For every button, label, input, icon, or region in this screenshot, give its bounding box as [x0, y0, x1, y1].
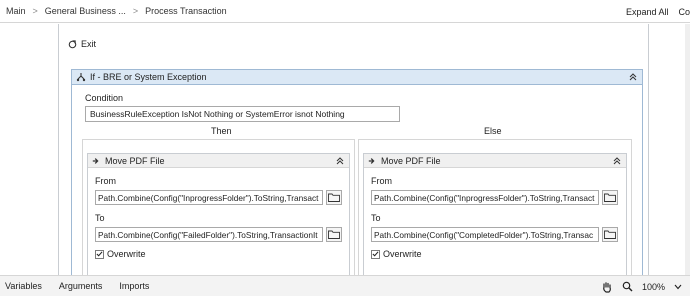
tab-imports[interactable]: Imports: [119, 281, 149, 291]
overwrite-label: Overwrite: [383, 249, 422, 259]
zoom-controls: 100%: [601, 276, 690, 297]
move-file-header[interactable]: Move PDF File: [364, 154, 626, 168]
overwrite-checkbox[interactable]: Overwrite: [95, 249, 146, 259]
browse-to-button[interactable]: [602, 227, 618, 242]
breadcrumb-general-business[interactable]: General Business ...: [45, 6, 126, 16]
if-icon: [76, 73, 86, 82]
hand-icon[interactable]: [601, 281, 613, 293]
exit-activity[interactable]: Exit: [68, 39, 96, 49]
dropdown-icon[interactable]: [674, 284, 682, 290]
from-label: From: [95, 176, 116, 186]
checkbox-box[interactable]: [371, 249, 380, 259]
checkbox-box[interactable]: [95, 249, 104, 259]
move-arrow-icon: [368, 157, 375, 164]
from-input[interactable]: Path.Combine(Config("InprogressFolder").…: [95, 190, 323, 205]
breadcrumb-main[interactable]: Main: [6, 6, 26, 16]
collapse-icon[interactable]: [628, 72, 638, 82]
search-icon[interactable]: [622, 281, 633, 292]
exit-icon: [68, 39, 77, 48]
from-label: From: [371, 176, 392, 186]
tab-arguments[interactable]: Arguments: [59, 281, 103, 291]
zoom-value[interactable]: 100%: [642, 282, 665, 292]
folder-icon: [604, 230, 616, 239]
breadcrumb-separator: >: [32, 6, 38, 16]
folder-icon: [328, 230, 340, 239]
header-actions: Expand All Co: [626, 0, 690, 23]
move-file-activity-else[interactable]: Move PDF File From Path.Combine(Config("…: [363, 153, 627, 275]
bottom-bar: Variables Arguments Imports 100%: [0, 275, 690, 296]
overwrite-checkbox[interactable]: Overwrite: [371, 249, 422, 259]
browse-from-button[interactable]: [326, 190, 342, 205]
to-label: To: [371, 213, 381, 223]
move-file-title: Move PDF File: [105, 155, 165, 166]
overwrite-label: Overwrite: [107, 249, 146, 259]
to-label: To: [95, 213, 105, 223]
if-activity[interactable]: If - BRE or System Exception Condition B…: [71, 69, 643, 275]
move-file-header[interactable]: Move PDF File: [88, 154, 349, 168]
breadcrumb-separator: >: [132, 6, 139, 16]
to-input[interactable]: Path.Combine(Config("FailedFolder").ToSt…: [95, 227, 323, 242]
move-file-title: Move PDF File: [381, 155, 441, 166]
exit-label: Exit: [81, 39, 97, 49]
then-branch: Move PDF File From Path.Combine(Config("…: [82, 139, 355, 275]
move-file-activity-then[interactable]: Move PDF File From Path.Combine(Config("…: [87, 153, 350, 275]
expand-all-button[interactable]: Expand All: [626, 7, 669, 17]
tab-variables[interactable]: Variables: [5, 281, 42, 291]
else-label: Else: [484, 126, 502, 136]
else-branch: Move PDF File From Path.Combine(Config("…: [358, 139, 632, 275]
top-bar: Main > General Business ... > Process Tr…: [0, 0, 690, 23]
breadcrumb-process-transaction[interactable]: Process Transaction: [145, 6, 227, 16]
collapse-all-button[interactable]: Co: [678, 7, 690, 17]
checkmark-icon: [96, 251, 103, 257]
browse-from-button[interactable]: [602, 190, 618, 205]
collapse-icon[interactable]: [335, 156, 345, 166]
designer-canvas: Exit If - BRE or System Exception Condit…: [0, 24, 690, 275]
collapse-icon[interactable]: [612, 156, 622, 166]
to-input[interactable]: Path.Combine(Config("CompletedFolder").T…: [371, 227, 599, 242]
checkmark-icon: [372, 251, 379, 257]
if-header[interactable]: If - BRE or System Exception: [72, 70, 642, 85]
folder-icon: [328, 193, 340, 202]
then-label: Then: [211, 126, 232, 136]
condition-label: Condition: [85, 93, 124, 103]
from-input[interactable]: Path.Combine(Config("InprogressFolder").…: [371, 190, 599, 205]
folder-icon: [604, 193, 616, 202]
browse-to-button[interactable]: [326, 227, 342, 242]
if-title: If - BRE or System Exception: [90, 72, 207, 82]
condition-input[interactable]: BusinessRuleException IsNot Nothing or S…: [85, 106, 400, 122]
vertical-scrollbar[interactable]: [685, 24, 690, 275]
move-arrow-icon: [92, 157, 99, 164]
